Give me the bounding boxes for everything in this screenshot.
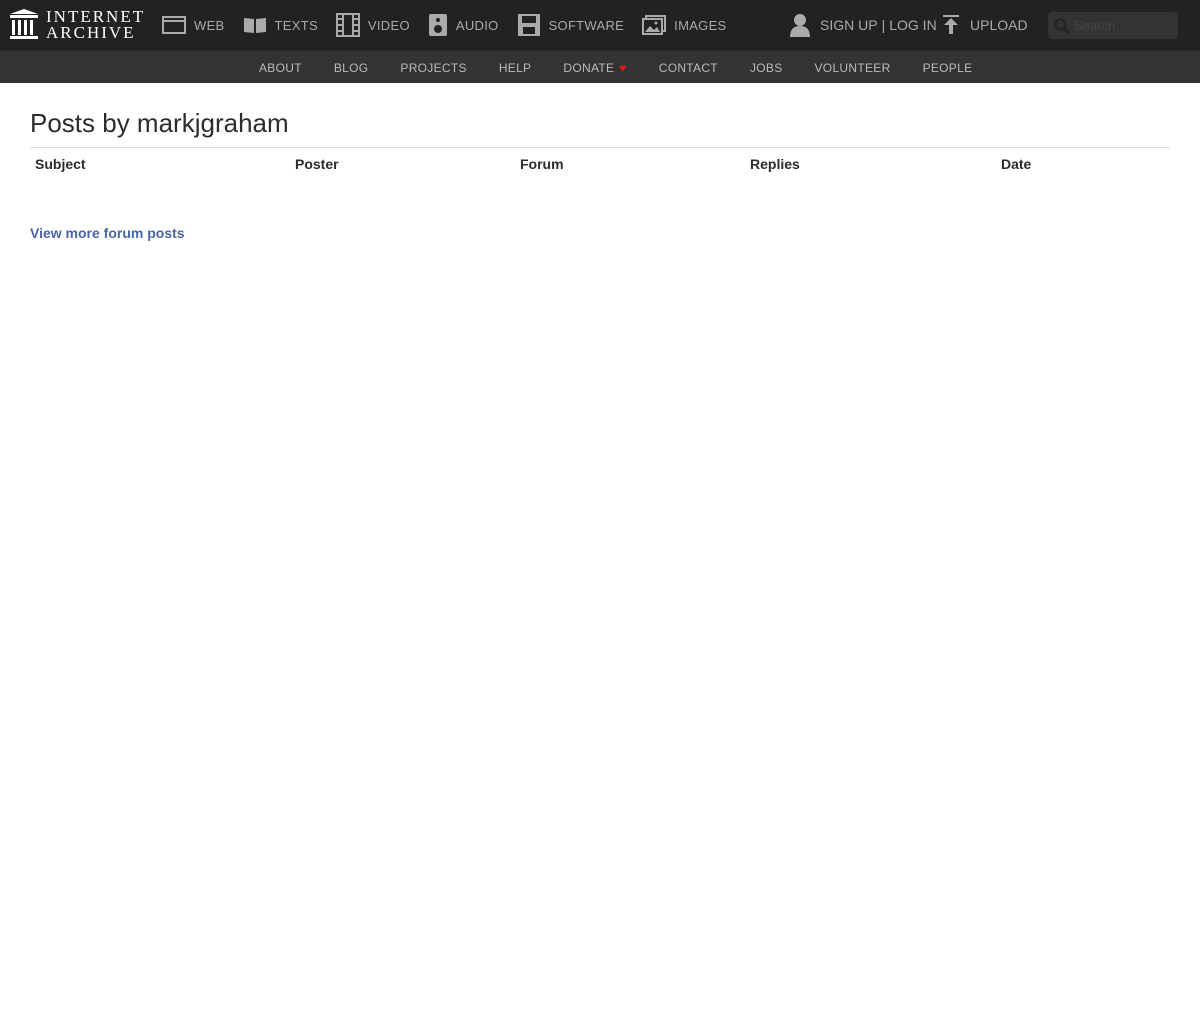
search-input[interactable]	[1074, 18, 1174, 33]
media-nav-label: SOFTWARE	[548, 17, 625, 33]
nav-contact[interactable]: CONTACT	[643, 61, 734, 75]
floppy-icon	[517, 14, 540, 36]
archive-building-icon	[10, 9, 38, 39]
media-nav-texts[interactable]: TEXTS	[243, 16, 318, 34]
user-separator: |	[881, 17, 886, 33]
table-header-row: Subject Poster Forum Replies Date	[30, 154, 1170, 174]
column-header-forum[interactable]: Forum	[515, 154, 745, 174]
user-icon[interactable]	[790, 13, 810, 37]
upload-button[interactable]: UPLOAD	[942, 0, 1028, 50]
secondary-nav: ABOUT BLOG PROJECTS HELP DONATE ♥ CONTAC…	[243, 51, 988, 84]
nav-volunteer[interactable]: VOLUNTEER	[799, 61, 907, 75]
nav-help[interactable]: HELP	[483, 61, 548, 75]
media-nav-software[interactable]: SOFTWARE	[517, 13, 625, 37]
search-box	[1048, 12, 1178, 39]
media-nav-label: VIDEO	[367, 17, 410, 33]
media-nav-label: TEXTS	[274, 17, 318, 33]
column-header-subject[interactable]: Subject	[30, 154, 290, 174]
search-icon	[1054, 18, 1070, 34]
sign-up-link[interactable]: SIGN UP	[820, 17, 878, 33]
nav-donate[interactable]: DONATE ♥	[547, 61, 642, 75]
column-header-replies[interactable]: Replies	[745, 154, 996, 174]
media-nav-label: WEB	[194, 17, 225, 33]
upload-icon	[943, 15, 959, 34]
nav-projects[interactable]: PROJECTS	[384, 61, 482, 75]
main-content: Posts by markjgraham Subject Poster Foru…	[30, 108, 1170, 243]
book-icon	[243, 18, 266, 33]
nav-donate-label: DONATE	[563, 60, 615, 75]
column-header-poster[interactable]: Poster	[290, 154, 515, 174]
media-nav-label: AUDIO	[455, 17, 499, 33]
user-menu: SIGN UP | LOG IN	[790, 0, 937, 50]
nav-people[interactable]: PEOPLE	[907, 61, 989, 75]
logo-wordmark: INTERNET ARCHIVE	[46, 8, 145, 42]
upload-label: UPLOAD	[970, 17, 1028, 33]
nav-about[interactable]: ABOUT	[243, 61, 318, 75]
view-more-forum-posts-link[interactable]: View more forum posts	[30, 225, 185, 241]
top-navigation-bar: INTERNET ARCHIVE WEB TEXTS VIDEO AUDIO S…	[0, 0, 1200, 50]
internet-archive-logo[interactable]: INTERNET ARCHIVE	[10, 8, 145, 42]
nav-jobs[interactable]: JOBS	[734, 61, 799, 75]
heart-icon: ♥	[619, 60, 627, 75]
page-title: Posts by markjgraham	[30, 108, 1170, 148]
column-header-date[interactable]: Date	[996, 154, 1170, 174]
secondary-navigation-bar: ABOUT BLOG PROJECTS HELP DONATE ♥ CONTAC…	[0, 50, 1200, 83]
media-nav-web[interactable]: WEB	[162, 16, 225, 34]
forum-posts-table: Subject Poster Forum Replies Date	[30, 154, 1170, 174]
film-icon	[335, 13, 360, 37]
image-icon	[642, 15, 667, 35]
media-nav: WEB TEXTS VIDEO AUDIO SOFTWARE IMAGES	[162, 0, 745, 50]
nav-blog[interactable]: BLOG	[318, 61, 385, 75]
media-nav-audio[interactable]: AUDIO	[428, 13, 499, 37]
speaker-icon	[428, 14, 447, 36]
media-nav-video[interactable]: VIDEO	[335, 13, 410, 37]
log-in-link[interactable]: LOG IN	[889, 17, 936, 33]
logo-line-2: ARCHIVE	[46, 23, 136, 42]
web-icon	[162, 16, 186, 34]
media-nav-label: IMAGES	[674, 17, 727, 33]
media-nav-images[interactable]: IMAGES	[642, 15, 726, 35]
